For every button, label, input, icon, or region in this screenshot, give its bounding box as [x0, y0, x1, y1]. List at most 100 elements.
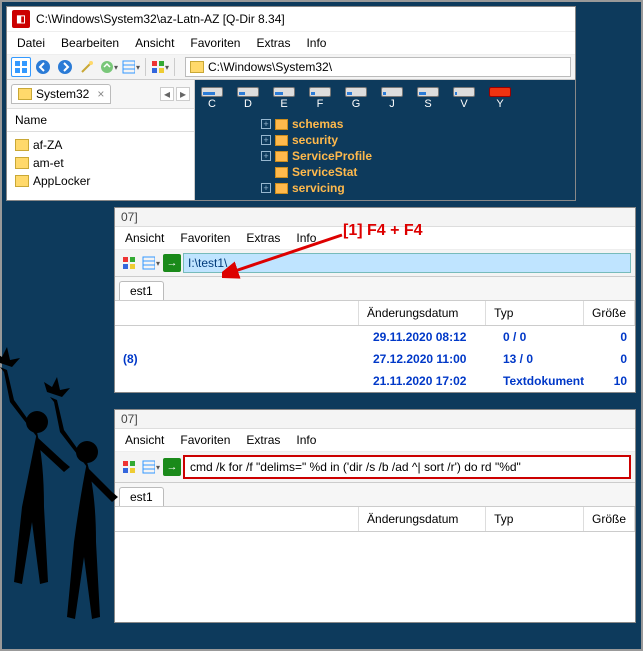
folder-icon: [275, 151, 288, 162]
menu-info[interactable]: Info: [296, 231, 316, 245]
drive-e[interactable]: E: [273, 87, 295, 110]
menu-view[interactable]: Ansicht: [125, 433, 164, 447]
menu-view[interactable]: Ansicht: [125, 231, 164, 245]
folder-icon: [275, 135, 288, 146]
color-button[interactable]: [119, 457, 139, 477]
tab-strip: System32 × ◂ ▸: [7, 80, 194, 109]
pane-number: 07]: [115, 410, 635, 429]
menu-info[interactable]: Info: [306, 36, 326, 50]
expand-icon[interactable]: +: [261, 135, 271, 145]
address-bar[interactable]: C:\Windows\System32\: [185, 57, 571, 77]
tab-label: System32: [36, 87, 89, 101]
toolbar: ▾ → I:\test1\: [115, 250, 635, 277]
menu-favorites[interactable]: Favoriten: [190, 36, 240, 50]
menu-extras[interactable]: Extras: [246, 231, 280, 245]
expand-icon[interactable]: +: [261, 119, 271, 129]
drive-bar: C D E F G J S V Y: [201, 84, 569, 116]
menu-extras[interactable]: Extras: [246, 433, 280, 447]
view-mode-button[interactable]: ▾: [121, 57, 141, 77]
tree-item[interactable]: af-ZA: [15, 136, 186, 154]
menu-favorites[interactable]: Favoriten: [180, 433, 230, 447]
folder-tree: af-ZA am-et AppLocker: [7, 132, 194, 194]
column-header-size[interactable]: Größe: [584, 301, 635, 325]
menu-view[interactable]: Ansicht: [135, 36, 174, 50]
nav-back-button[interactable]: [33, 57, 53, 77]
toolbar: ▾ → cmd /k for /f "delims=" %d in ('dir …: [115, 452, 635, 483]
titlebar[interactable]: ◧ C:\Windows\System32\az-Latn-AZ [Q-Dir …: [7, 7, 575, 31]
column-header-name[interactable]: Name: [7, 109, 194, 132]
go-button[interactable]: →: [163, 254, 181, 272]
tab-test1[interactable]: est1: [119, 487, 164, 506]
folder-icon: [15, 139, 29, 151]
folder-icon: [15, 157, 29, 169]
menubar: Ansicht Favoriten Extras Info: [115, 429, 635, 452]
drive-g[interactable]: G: [345, 87, 367, 110]
file-list: 29.11.2020 08:12 0 / 0 0 (8) 27.12.2020 …: [115, 326, 635, 392]
drive-y[interactable]: Y: [489, 87, 511, 110]
go-button[interactable]: →: [163, 458, 181, 476]
menu-extras[interactable]: Extras: [256, 36, 290, 50]
right-pane: C D E F G J S V Y +schemas +security +Se…: [195, 80, 575, 200]
drive-s[interactable]: S: [417, 87, 439, 110]
tree-item[interactable]: +ServiceProfile: [261, 148, 569, 164]
column-header-type[interactable]: Typ: [486, 301, 584, 325]
folder-icon: [15, 175, 29, 187]
list-item[interactable]: 29.11.2020 08:12 0 / 0 0: [115, 326, 635, 348]
magic-button[interactable]: [77, 57, 97, 77]
column-headers: Änderungsdatum Typ Größe: [115, 506, 635, 532]
address-path: C:\Windows\System32\: [208, 60, 332, 74]
tab-strip: est1: [115, 483, 635, 506]
column-header-type[interactable]: Typ: [486, 507, 584, 531]
column-header-name[interactable]: [115, 507, 359, 531]
view-mode-button[interactable]: ▾: [141, 457, 161, 477]
tab-test1[interactable]: est1: [119, 281, 164, 300]
toolbar: ▾ ▾ ▾ C:\Windows\System32\: [7, 55, 575, 80]
tab-system32[interactable]: System32 ×: [11, 84, 111, 104]
tree-item[interactable]: +security: [261, 132, 569, 148]
column-header-size[interactable]: Größe: [584, 507, 635, 531]
qdir-window-bot: 07] Ansicht Favoriten Extras Info ▾ → cm…: [114, 409, 636, 623]
menu-favorites[interactable]: Favoriten: [180, 231, 230, 245]
tree-item[interactable]: +schemas: [261, 116, 569, 132]
tab-strip: est1: [115, 277, 635, 300]
address-input[interactable]: I:\test1\: [183, 253, 631, 273]
folder-icon: [18, 88, 32, 100]
menu-info[interactable]: Info: [296, 433, 316, 447]
expand-icon[interactable]: +: [261, 183, 271, 193]
tab-scroll-left[interactable]: ◂: [160, 87, 174, 101]
qdir-main-window: ◧ C:\Windows\System32\az-Latn-AZ [Q-Dir …: [6, 6, 576, 201]
annotation-label: [1] F4 + F4: [343, 222, 423, 240]
menu-edit[interactable]: Bearbeiten: [61, 36, 119, 50]
drive-f[interactable]: F: [309, 87, 331, 110]
folder-icon: [275, 183, 288, 194]
color-button[interactable]: ▾: [150, 57, 170, 77]
column-header-date[interactable]: Änderungsdatum: [359, 507, 486, 531]
expand-icon[interactable]: +: [261, 151, 271, 161]
app-icon: ◧: [12, 10, 30, 28]
column-header-date[interactable]: Änderungsdatum: [359, 301, 486, 325]
tree-item[interactable]: am-et: [15, 154, 186, 172]
list-item[interactable]: 21.11.2020 17:02 Textdokument 10: [115, 370, 635, 392]
layout-view-button[interactable]: [11, 57, 31, 77]
tab-scroll-right[interactable]: ▸: [176, 87, 190, 101]
view-mode-button[interactable]: ▾: [141, 253, 161, 273]
drive-v[interactable]: V: [453, 87, 475, 110]
drive-c[interactable]: C: [201, 87, 223, 110]
column-header-name[interactable]: [115, 301, 359, 325]
nav-forward-button[interactable]: [55, 57, 75, 77]
window-title: C:\Windows\System32\az-Latn-AZ [Q-Dir 8.…: [36, 12, 285, 26]
drive-j[interactable]: J: [381, 87, 403, 110]
tree-item[interactable]: AppLocker: [15, 172, 186, 190]
command-input[interactable]: cmd /k for /f "delims=" %d in ('dir /s /…: [183, 455, 631, 479]
list-item[interactable]: (8) 27.12.2020 11:00 13 / 0 0: [115, 348, 635, 370]
menu-file[interactable]: Datei: [17, 36, 45, 50]
tree-item[interactable]: ServiceStat: [261, 164, 569, 180]
color-button[interactable]: [119, 253, 139, 273]
folder-button[interactable]: ▾: [99, 57, 119, 77]
right-folder-tree: +schemas +security +ServiceProfile Servi…: [201, 116, 569, 196]
tree-item[interactable]: +servicing: [261, 180, 569, 196]
drive-d[interactable]: D: [237, 87, 259, 110]
folder-icon: [190, 61, 204, 73]
folder-icon: [275, 167, 288, 178]
close-icon[interactable]: ×: [97, 87, 104, 101]
